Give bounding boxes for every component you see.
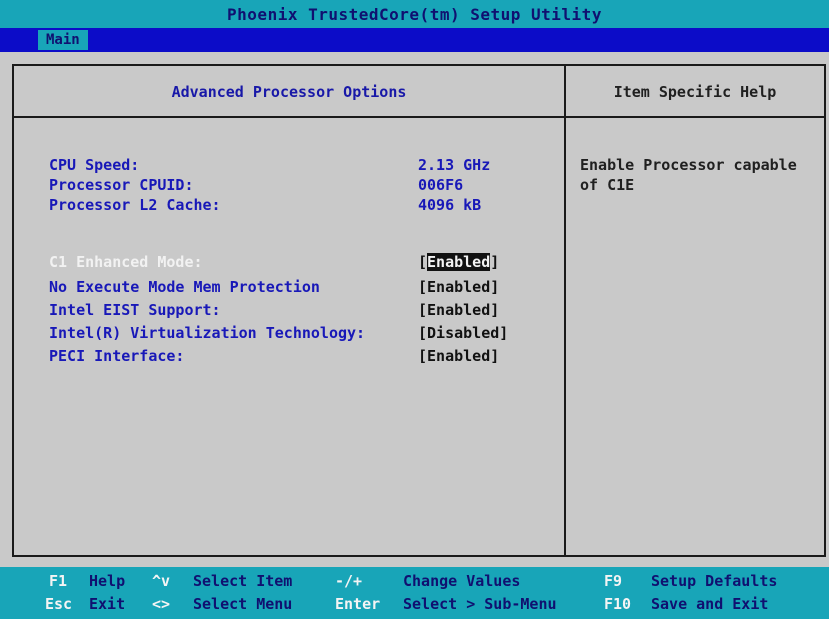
bios-setup-screen: Phoenix TrustedCore(tm) Setup Utility Ma…	[0, 0, 829, 619]
cpuid-label: Processor CPUID:	[49, 176, 194, 194]
header-divider	[12, 116, 826, 118]
help-text: Enable Processor capable of C1E	[580, 155, 829, 195]
key-leftright-desc: Select Menu	[193, 595, 293, 613]
cpu-speed-label: CPU Speed:	[49, 156, 140, 174]
option-c1-enhanced-mode[interactable]: C1 Enhanced Mode: [Enabled]	[49, 252, 549, 272]
option-value[interactable]: [Enabled]	[418, 346, 499, 366]
section-title: Advanced Processor Options	[171, 83, 407, 101]
option-value-text: Enabled	[427, 278, 491, 296]
key-minusplus: -/+	[335, 572, 363, 590]
option-virtualization[interactable]: Intel(R) Virtualization Technology: [Dis…	[49, 323, 549, 343]
option-no-execute-mode[interactable]: No Execute Mode Mem Protection [Enabled]	[49, 277, 549, 297]
option-value[interactable]: [Enabled]	[418, 277, 499, 297]
option-value-text: Enabled	[427, 347, 491, 365]
key-f1-desc: Help	[89, 572, 126, 590]
option-label: No Execute Mode Mem Protection	[49, 278, 320, 296]
option-label: Intel EIST Support:	[49, 301, 221, 319]
option-value-text: Enabled	[427, 301, 491, 319]
help-title: Item Specific Help	[613, 83, 777, 101]
option-value[interactable]: [Disabled]	[418, 323, 508, 343]
l2-cache-row: Processor L2 Cache: 4096 kB	[49, 195, 549, 215]
key-legend-footer: F1 Help ^v Select Item -/+ Change Values…	[0, 567, 829, 619]
app-title: Phoenix TrustedCore(tm) Setup Utility	[227, 4, 602, 24]
key-updown: ^v	[152, 572, 171, 590]
selected-value-highlight[interactable]: Enabled	[427, 253, 491, 271]
option-value[interactable]: [Enabled]	[418, 300, 499, 320]
option-intel-eist[interactable]: Intel EIST Support: [Enabled]	[49, 300, 549, 320]
key-f9: F9	[604, 572, 623, 590]
title-bar: Phoenix TrustedCore(tm) Setup Utility	[0, 0, 829, 28]
key-f10: F10	[604, 595, 632, 613]
help-line: of C1E	[580, 176, 635, 194]
help-line: Enable Processor capable	[580, 156, 797, 174]
option-peci-interface[interactable]: PECI Interface: [Enabled]	[49, 346, 549, 366]
panel-divider	[564, 64, 566, 557]
key-f9-desc: Setup Defaults	[651, 572, 778, 590]
option-label: PECI Interface:	[49, 347, 185, 365]
key-f1: F1	[49, 572, 68, 590]
key-leftright: <>	[152, 595, 171, 613]
key-f10-desc: Save and Exit	[651, 595, 769, 613]
key-minusplus-desc: Change Values	[403, 572, 521, 590]
menu-bar: Main	[0, 28, 829, 52]
key-enter-desc: Select > Sub-Menu	[403, 595, 557, 613]
option-value-text: Disabled	[427, 324, 500, 342]
cpuid-value: 006F6	[418, 176, 464, 194]
l2-cache-value: 4096 kB	[418, 196, 482, 214]
option-label: C1 Enhanced Mode:	[49, 253, 203, 271]
cpu-speed-value: 2.13 GHz	[418, 156, 491, 174]
key-enter: Enter	[335, 595, 381, 613]
l2-cache-label: Processor L2 Cache:	[49, 196, 221, 214]
cpu-speed-row: CPU Speed: 2.13 GHz	[49, 155, 549, 175]
option-value[interactable]: [Enabled]	[418, 252, 499, 272]
key-esc: Esc	[45, 595, 73, 613]
cpuid-row: Processor CPUID: 006F6	[49, 175, 549, 195]
key-updown-desc: Select Item	[193, 572, 293, 590]
option-label: Intel(R) Virtualization Technology:	[49, 324, 366, 342]
key-esc-desc: Exit	[89, 595, 126, 613]
tab-main[interactable]: Main	[38, 30, 88, 50]
